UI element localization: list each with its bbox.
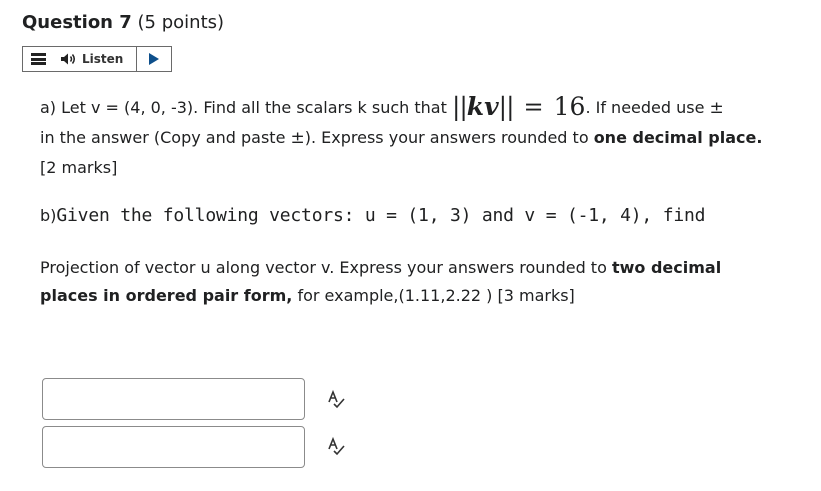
menu-icon (30, 53, 46, 65)
plus-minus-symbol: ± (709, 98, 724, 118)
part-b-body: Given the following vectors: u = (1, 3) … (56, 205, 706, 226)
projection-text: Projection of vector u along vector v. E… (40, 254, 780, 310)
part-a-after-math: . If needed use (585, 98, 710, 117)
question-label: Question 7 (22, 12, 132, 33)
norm-variable: kv (466, 92, 499, 121)
question-points: (5 points) (137, 12, 225, 33)
answer-input-2[interactable] (42, 426, 305, 468)
listen-label: Listen (82, 52, 124, 66)
norm-bars-open: || (451, 92, 468, 121)
listen-button[interactable]: Listen (53, 47, 137, 71)
part-a-bold: one decimal place. (593, 128, 763, 147)
equals-sign: = (523, 93, 544, 121)
norm-bars-close: || (498, 92, 515, 121)
play-icon (149, 53, 159, 65)
norm-equation: ||kv|| = 16 (452, 92, 586, 121)
part-a-marks: [2 marks] (40, 158, 118, 177)
projection-text-1: Projection of vector u along vector v. E… (40, 258, 612, 277)
part-b-text: b)Given the following vectors: u = (1, 3… (40, 205, 705, 226)
spell-check-icon[interactable] (325, 435, 347, 457)
part-a-text: a) Let v = (4, 0, -3). Find all the scal… (40, 92, 780, 183)
answer-input-1[interactable] (42, 378, 305, 420)
part-a-line2a: in the answer (Copy and paste (40, 128, 291, 147)
norm-value: 16 (553, 92, 586, 121)
listen-toolbar: Listen (22, 46, 172, 72)
part-b-label: b) (40, 206, 57, 225)
part-a-prefix: a) Let v = (4, 0, -3). Find all the scal… (40, 98, 452, 117)
speaker-icon (61, 53, 75, 65)
projection-text-2: for example,(1.11,2.22 ) [3 marks] (292, 286, 575, 305)
question-title: Question 7 (5 points) (22, 12, 224, 33)
menu-button[interactable] (23, 47, 53, 71)
spell-check-icon[interactable] (325, 388, 347, 410)
part-a-line2b: ). Express your answers rounded to (304, 128, 594, 147)
play-button[interactable] (137, 47, 171, 71)
plus-minus-symbol-2: ± (290, 128, 305, 148)
